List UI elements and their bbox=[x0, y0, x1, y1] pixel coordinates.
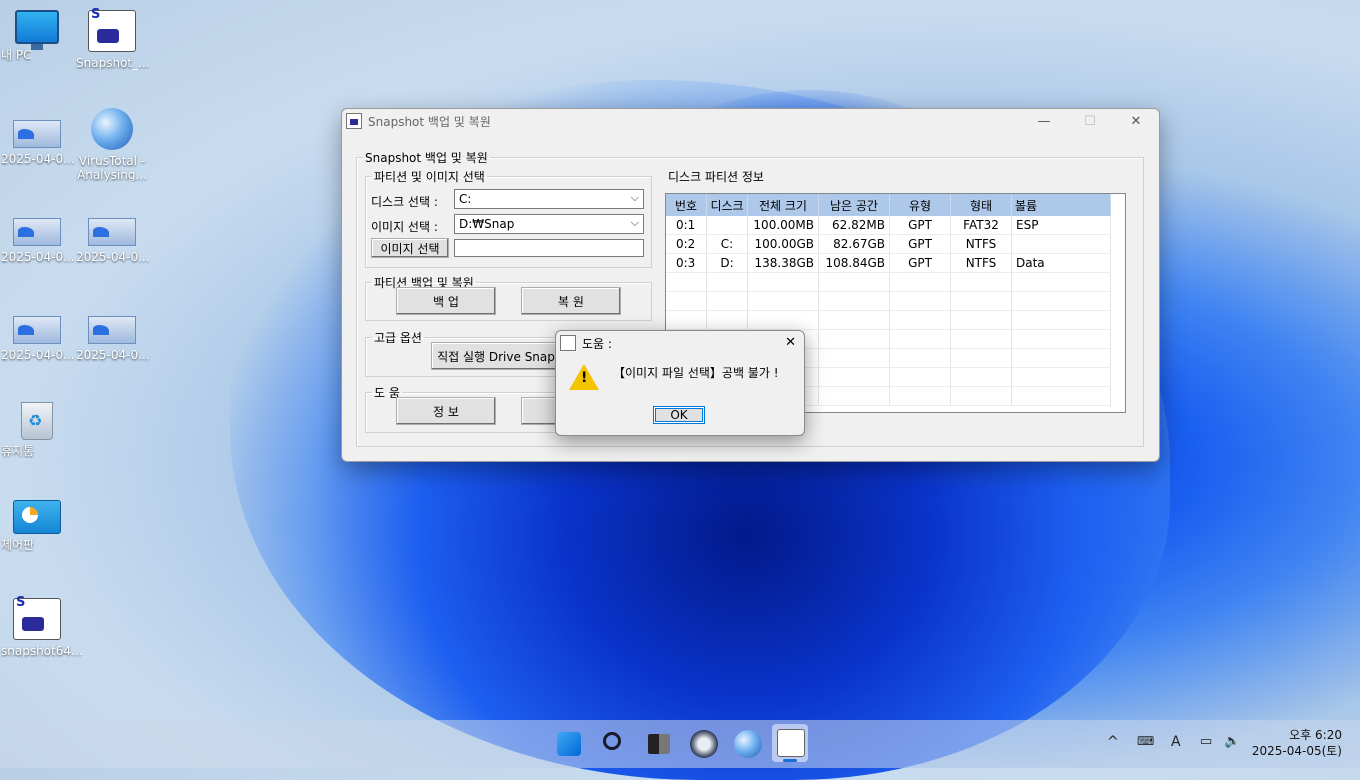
minimize-button[interactable]: — bbox=[1021, 109, 1067, 133]
disk-select-label: 디스크 선택 : bbox=[371, 195, 438, 209]
dialog-close-button[interactable]: ✕ bbox=[785, 335, 796, 350]
desktop-icon-snapshot64[interactable]: S snapshot64... bbox=[1, 595, 82, 658]
app-icon bbox=[560, 335, 576, 351]
image-path-field[interactable] bbox=[454, 239, 644, 257]
desktop-icon-screenshot-3[interactable]: 2025-04-0... bbox=[76, 206, 150, 264]
desktop-icon-recycle-bin[interactable]: 휴지통 bbox=[1, 402, 73, 458]
clock[interactable]: 오후 6:20 2025-04-05(토) bbox=[1252, 727, 1342, 759]
backup-button[interactable]: 백 업 bbox=[396, 287, 496, 315]
table-row[interactable]: 0:3 D: 138.38GB 108.84GB GPT NTFS Data bbox=[666, 253, 1111, 273]
control-panel-icon bbox=[13, 500, 61, 534]
keyboard-icon[interactable]: ⌨ bbox=[1137, 734, 1154, 748]
image-file-icon bbox=[88, 316, 136, 344]
help-dialog: 도움 : ✕ ! 【이미지 파일 선택】공백 불가 ! OK bbox=[555, 330, 805, 436]
close-button[interactable]: ✕ bbox=[1113, 109, 1159, 133]
dialog-titlebar[interactable]: 도움 : bbox=[556, 331, 804, 355]
snapshot-app-icon: S bbox=[88, 7, 136, 52]
maximize-button[interactable]: ☐ bbox=[1067, 109, 1113, 133]
snapshot-app-icon bbox=[777, 729, 805, 757]
image-file-icon bbox=[13, 120, 61, 148]
direct-run-button[interactable]: 직접 실행 Drive Snap bbox=[431, 342, 561, 370]
task-view-icon[interactable] bbox=[648, 734, 670, 754]
chevron-down-icon: ⌵ bbox=[630, 216, 639, 229]
col-total-size[interactable]: 전체 크기 bbox=[747, 194, 819, 216]
network-icon[interactable]: ▭ bbox=[1200, 734, 1212, 749]
desktop-icon-screenshot-4[interactable]: 2025-04-0... bbox=[1, 304, 75, 362]
desktop-icon-screenshot-2[interactable]: 2025-04-0... bbox=[1, 206, 75, 264]
image-file-icon bbox=[13, 316, 61, 344]
desktop-icon-snapshot[interactable]: S Snapshot_... bbox=[76, 7, 150, 70]
image-file-icon bbox=[13, 218, 61, 246]
search-icon[interactable] bbox=[603, 732, 621, 750]
restore-button[interactable]: 복 원 bbox=[521, 287, 621, 315]
table-row-empty bbox=[666, 272, 1111, 292]
globe-icon bbox=[91, 108, 133, 150]
monitor-icon bbox=[15, 10, 59, 50]
dialog-message: 【이미지 파일 선택】공백 불가 ! bbox=[613, 366, 779, 380]
col-volume[interactable]: 볼륨 bbox=[1011, 194, 1111, 216]
col-free-space[interactable]: 남은 공간 bbox=[818, 194, 890, 216]
ok-button[interactable]: OK bbox=[653, 406, 705, 424]
window-title: Snapshot 백업 및 복원 bbox=[368, 114, 491, 129]
desktop-icon-screenshot-1[interactable]: 2025-04-0... bbox=[1, 108, 75, 166]
app-anime-icon[interactable] bbox=[690, 730, 718, 758]
desktop-icon-virustotal[interactable]: VirusTotal - Analysing... bbox=[76, 108, 148, 182]
app-icon bbox=[346, 113, 362, 129]
desktop-icon-control-panel[interactable]: 제어판 bbox=[1, 500, 73, 552]
clock-date: 2025-04-05(토) bbox=[1251, 744, 1342, 758]
desktop-icon-screenshot-5[interactable]: 2025-04-0... bbox=[76, 304, 150, 362]
image-file-icon bbox=[88, 218, 136, 246]
table-row-empty bbox=[666, 310, 1111, 330]
table-row[interactable]: 0:2 C: 100.00GB 82.67GB GPT NTFS bbox=[666, 234, 1111, 254]
snapshot-app-icon: S bbox=[13, 595, 61, 640]
image-select[interactable]: D:₩Snap ⌵ bbox=[454, 214, 644, 234]
chevron-down-icon: ⌵ bbox=[630, 191, 639, 204]
table-header: 번호 디스크 전체 크기 남은 공간 유형 형태 볼륨 bbox=[666, 194, 1111, 216]
clock-time: 오후 6:20 bbox=[1289, 728, 1342, 742]
image-select-label: 이미지 선택 : bbox=[371, 220, 438, 234]
col-number[interactable]: 번호 bbox=[666, 194, 707, 216]
volume-icon[interactable]: 🔈 bbox=[1224, 734, 1240, 749]
active-indicator bbox=[783, 759, 797, 762]
desktop-icon-my-pc[interactable]: 내 PC bbox=[1, 10, 73, 62]
start-icon[interactable] bbox=[557, 732, 581, 756]
table-row-empty bbox=[666, 291, 1111, 311]
col-type[interactable]: 유형 bbox=[889, 194, 951, 216]
col-format[interactable]: 형태 bbox=[950, 194, 1012, 216]
snapshot-taskbar-button[interactable] bbox=[772, 724, 808, 762]
recycle-bin-icon bbox=[21, 402, 53, 440]
image-select-button[interactable]: 이미지 선택 bbox=[371, 238, 449, 258]
taskbar: ^ ⌨ A ▭ 🔈 오후 6:20 2025-04-05(토) bbox=[0, 720, 1360, 768]
globe-icon[interactable] bbox=[734, 730, 762, 758]
disk-select[interactable]: C: ⌵ bbox=[454, 189, 644, 209]
col-disk[interactable]: 디스크 bbox=[706, 194, 748, 216]
info-button[interactable]: 정 보 bbox=[396, 397, 496, 425]
dialog-title: 도움 : bbox=[582, 336, 612, 351]
ime-indicator[interactable]: A bbox=[1171, 734, 1181, 750]
warning-icon: ! bbox=[569, 364, 599, 390]
table-row[interactable]: 0:1 100.00MB 62.82MB GPT FAT32 ESP bbox=[666, 216, 1111, 235]
tray-chevron-icon[interactable]: ^ bbox=[1107, 734, 1119, 750]
